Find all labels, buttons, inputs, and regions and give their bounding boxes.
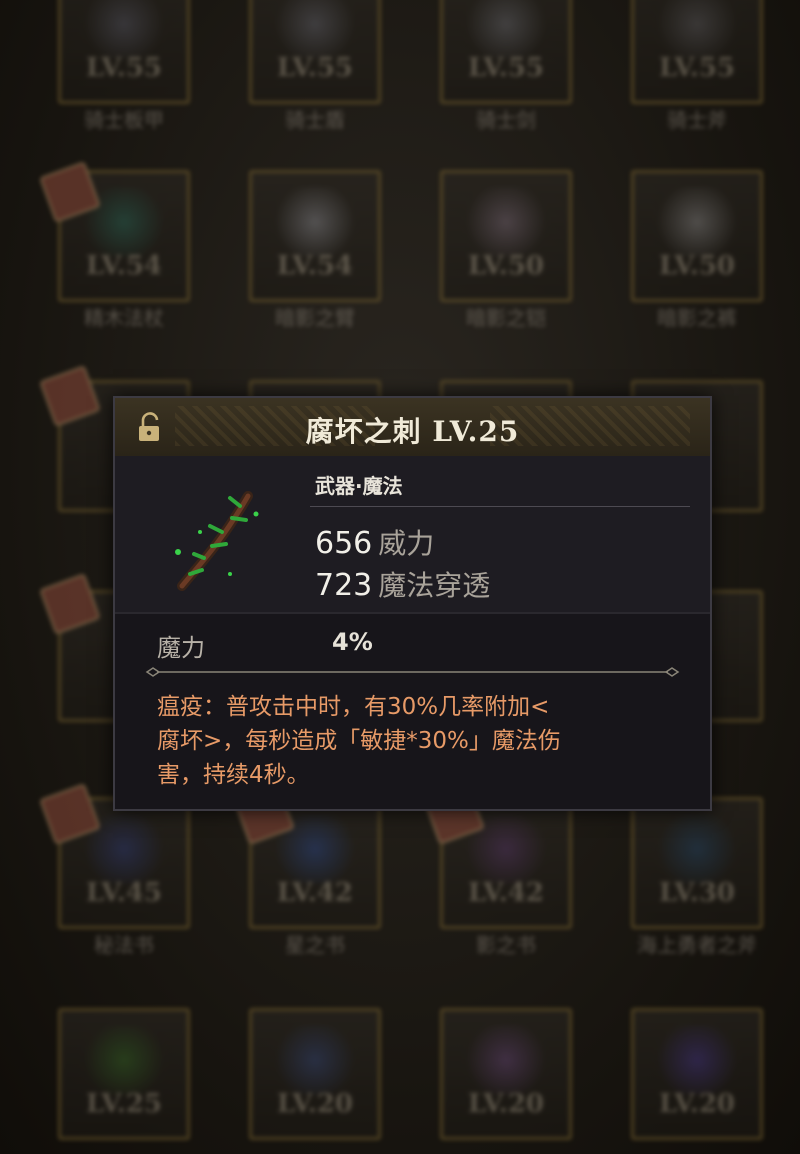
item-icon xyxy=(79,1025,169,1095)
tooltip-header: 腐坏之刺 LV.25 xyxy=(115,398,710,458)
item-name: 暗影之臂 xyxy=(275,306,355,330)
stat-power: 656 威力 xyxy=(315,522,434,562)
item-title: 腐坏之刺 LV.25 xyxy=(305,415,520,448)
item-icon xyxy=(461,187,551,257)
inventory-slot[interactable]: LV.54 xyxy=(249,170,381,302)
item-name: 暗影之裤 xyxy=(657,306,737,330)
inventory-slot[interactable]: LV.25 xyxy=(58,1008,190,1140)
thorn-weapon-icon xyxy=(175,491,259,591)
item-name: 秘法书 xyxy=(94,933,154,957)
attribute-name: 魔力 xyxy=(157,634,205,662)
item-level: LV.20 xyxy=(276,1089,354,1119)
item-level: LV.50 xyxy=(467,251,545,281)
item-name: 海上勇者之斧 xyxy=(637,933,757,957)
item-name: 暗影之铠 xyxy=(466,306,546,330)
item-icon xyxy=(652,0,742,59)
inventory-slot[interactable]: LV.50 xyxy=(631,170,763,302)
item-name: 精木法杖 xyxy=(84,306,164,330)
stat-value: 723 xyxy=(315,568,373,603)
item-name: 骑士板甲 xyxy=(84,108,164,132)
item-category: 武器·魔法 xyxy=(315,474,403,498)
item-level: LV.30 xyxy=(658,878,736,908)
item-level: LV.20 xyxy=(658,1089,736,1119)
item-icon xyxy=(270,0,360,59)
item-level: LV.45 xyxy=(85,878,163,908)
item-icon xyxy=(461,0,551,59)
item-level: LV.50 xyxy=(658,251,736,281)
section-divider xyxy=(115,612,710,614)
item-level: LV.55 xyxy=(658,53,736,83)
inventory-slot[interactable]: LV.20 xyxy=(440,1008,572,1140)
item-level: LV.54 xyxy=(85,251,163,281)
stat-value: 656 xyxy=(315,526,373,561)
item-name: 影之书 xyxy=(476,933,536,957)
item-level: LV.54 xyxy=(276,251,354,281)
effect-description: 瘟疫：普攻击中时，有30%几率附加< 腐坏>，每秒造成「敏捷*30%」魔法伤 害… xyxy=(157,694,561,788)
inventory-slot[interactable]: LV.55 xyxy=(440,0,572,104)
item-level: LV.55 xyxy=(467,53,545,83)
stat-magic-penetration: 723 魔法穿透 xyxy=(315,564,490,604)
stat-label: 威力 xyxy=(378,527,435,560)
ornamental-divider xyxy=(145,667,680,677)
inventory-slot[interactable]: LV.55 xyxy=(249,0,381,104)
attribute-value: 4% xyxy=(332,628,373,656)
inventory-slot[interactable]: LV.50 xyxy=(440,170,572,302)
item-level: LV.55 xyxy=(85,53,163,83)
item-icon xyxy=(270,187,360,257)
inventory-slot[interactable]: LV.30 xyxy=(631,797,763,929)
stat-label: 魔法穿透 xyxy=(378,569,491,602)
item-icon xyxy=(652,187,742,257)
item-icon xyxy=(79,0,169,59)
item-name: 骑士盾 xyxy=(285,108,345,132)
item-level: LV.25 xyxy=(85,1089,163,1119)
item-icon xyxy=(270,1025,360,1095)
item-name: 骑士斧 xyxy=(667,108,727,132)
item-level: LV.42 xyxy=(276,878,354,908)
inventory-slot[interactable]: LV.55 xyxy=(58,0,190,104)
inventory-slot[interactable]: LV.55 xyxy=(631,0,763,104)
item-icon xyxy=(461,1025,551,1095)
inventory-slot[interactable]: LV.20 xyxy=(631,1008,763,1140)
item-level: LV.42 xyxy=(467,878,545,908)
category-divider xyxy=(310,506,690,507)
item-icon xyxy=(652,814,742,884)
item-name: 骑士剑 xyxy=(476,108,536,132)
item-level: LV.20 xyxy=(467,1089,545,1119)
item-tooltip: 腐坏之刺 LV.25 武器·魔法 656 威力 723 魔法穿透 魔力 4% 瘟疫：… xyxy=(113,396,712,811)
item-level: LV.55 xyxy=(276,53,354,83)
item-icon xyxy=(652,1025,742,1095)
item-name: 星之书 xyxy=(285,933,345,957)
inventory-slot[interactable]: LV.20 xyxy=(249,1008,381,1140)
